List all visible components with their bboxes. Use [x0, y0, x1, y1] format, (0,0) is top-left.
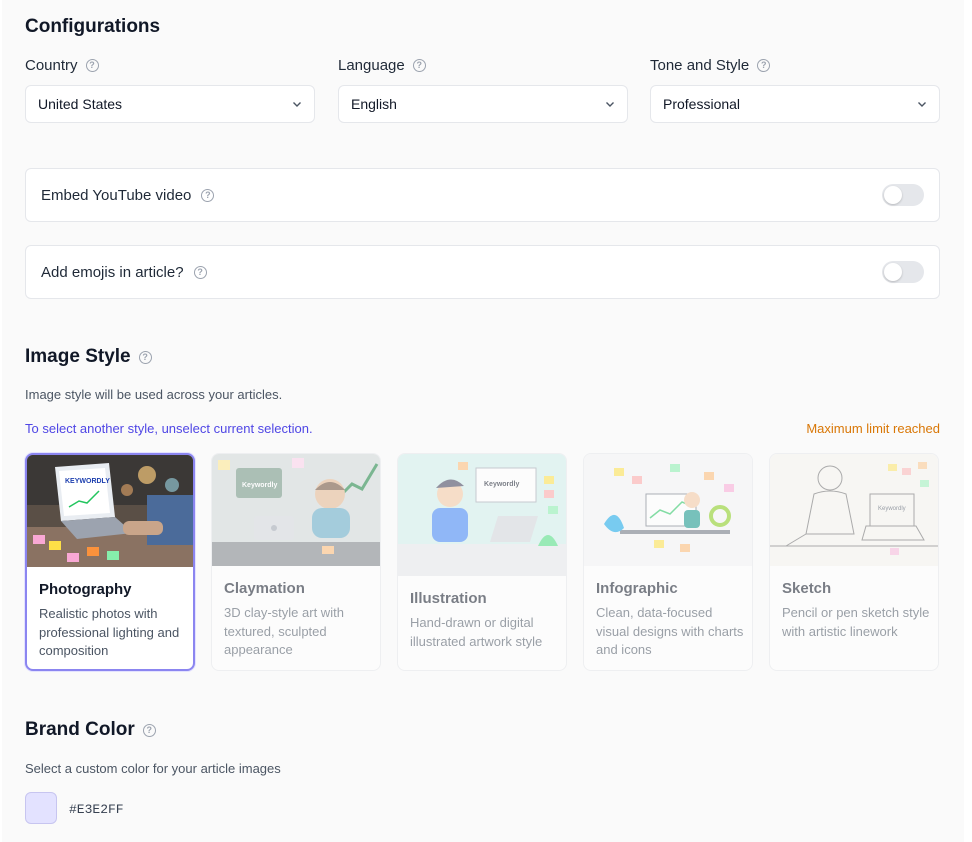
style-card-claymation[interactable]: Keywordly Claymation 3D clay-style art w…	[211, 453, 381, 671]
help-icon[interactable]: ?	[412, 59, 426, 72]
image-style-header: Image Style ?	[25, 346, 152, 368]
brand-color-swatch[interactable]	[25, 792, 57, 824]
emojis-label: Add emojis in article?	[41, 263, 184, 281]
tone-select[interactable]: Professional	[650, 85, 940, 123]
configurations-title: Configurations	[25, 16, 161, 37]
style-card-photography[interactable]: KEYWORDLY Photography Realistic photos w…	[25, 453, 195, 671]
toggle-knob	[884, 263, 902, 281]
chevron-down-icon	[293, 102, 301, 107]
style-card-desc: Hand-drawn or digital illustrated artwor…	[410, 615, 543, 649]
style-card-name: Illustration	[410, 590, 487, 607]
help-icon[interactable]: ?	[193, 265, 207, 279]
youtube-label: Embed YouTube video	[41, 186, 192, 204]
help-icon[interactable]: ?	[138, 350, 152, 364]
style-card-illustration[interactable]: Keywordly Illustration Hand-drawn or dig…	[397, 453, 567, 671]
infographic-image	[584, 454, 752, 566]
youtube-toggle[interactable]	[882, 184, 924, 206]
help-icon[interactable]: ?	[85, 59, 99, 72]
tone-value: Professional	[663, 96, 741, 112]
language-value: English	[351, 96, 397, 112]
toggle-knob	[884, 186, 902, 204]
style-card-desc: Pencil or pen sketch style with artistic…	[782, 605, 930, 639]
photography-image: KEYWORDLY	[27, 455, 193, 567]
svg-text:Keywordly: Keywordly	[878, 506, 906, 512]
tone-label-text: Tone and Style	[650, 57, 750, 74]
illustration-image: Keywordly	[398, 454, 566, 576]
emojis-row: Add emojis in article? ?	[25, 245, 940, 299]
style-card-desc: 3D clay-style art with textured, sculpte…	[224, 605, 344, 657]
svg-text:KEYWORDLY: KEYWORDLY	[65, 478, 110, 485]
brand-color-title: Brand Color	[25, 719, 135, 740]
country-label: Country ?	[25, 57, 99, 74]
emojis-toggle[interactable]	[882, 261, 924, 283]
selection-hint: To select another style, unselect curren…	[25, 421, 313, 436]
image-style-subtitle: Image style will be used across your art…	[25, 387, 283, 402]
style-card-infographic[interactable]: Infographic Clean, data-focused visual d…	[583, 453, 753, 671]
configurations-panel: Configurations Country ? United States L…	[2, 0, 964, 842]
style-card-name: Sketch	[782, 580, 832, 597]
brand-color-value[interactable]: #E3E2FF	[69, 802, 124, 817]
style-card-desc: Realistic photos with professional light…	[39, 606, 180, 658]
tone-label: Tone and Style ?	[650, 57, 771, 74]
svg-text:Keywordly: Keywordly	[484, 481, 520, 488]
language-select[interactable]: English	[338, 85, 628, 123]
limit-warning: Maximum limit reached	[806, 421, 940, 436]
style-card-name: Claymation	[224, 580, 305, 597]
chevron-down-icon	[918, 102, 926, 107]
image-style-title: Image Style	[25, 346, 131, 367]
country-select[interactable]: United States	[25, 85, 315, 123]
brand-color-header: Brand Color ?	[25, 719, 156, 741]
country-value: United States	[38, 96, 123, 112]
style-card-name: Photography	[39, 581, 132, 598]
country-label-text: Country	[25, 57, 78, 74]
style-card-sketch[interactable]: Keywordly Sketch Pencil or pen sketch st…	[769, 453, 939, 671]
help-icon[interactable]: ?	[757, 59, 771, 72]
chevron-down-icon	[606, 102, 614, 107]
help-icon[interactable]: ?	[142, 723, 156, 737]
sketch-image: Keywordly	[770, 454, 938, 566]
svg-text:Keywordly: Keywordly	[242, 482, 278, 489]
youtube-row: Embed YouTube video ?	[25, 168, 940, 222]
brand-color-subtitle: Select a custom color for your article i…	[25, 761, 281, 776]
help-icon[interactable]: ?	[201, 188, 215, 202]
claymation-image: Keywordly	[212, 454, 380, 566]
language-label-text: Language	[338, 57, 405, 74]
style-card-desc: Clean, data-focused visual designs with …	[596, 605, 744, 657]
language-label: Language ?	[338, 57, 426, 74]
style-card-name: Infographic	[596, 580, 678, 597]
